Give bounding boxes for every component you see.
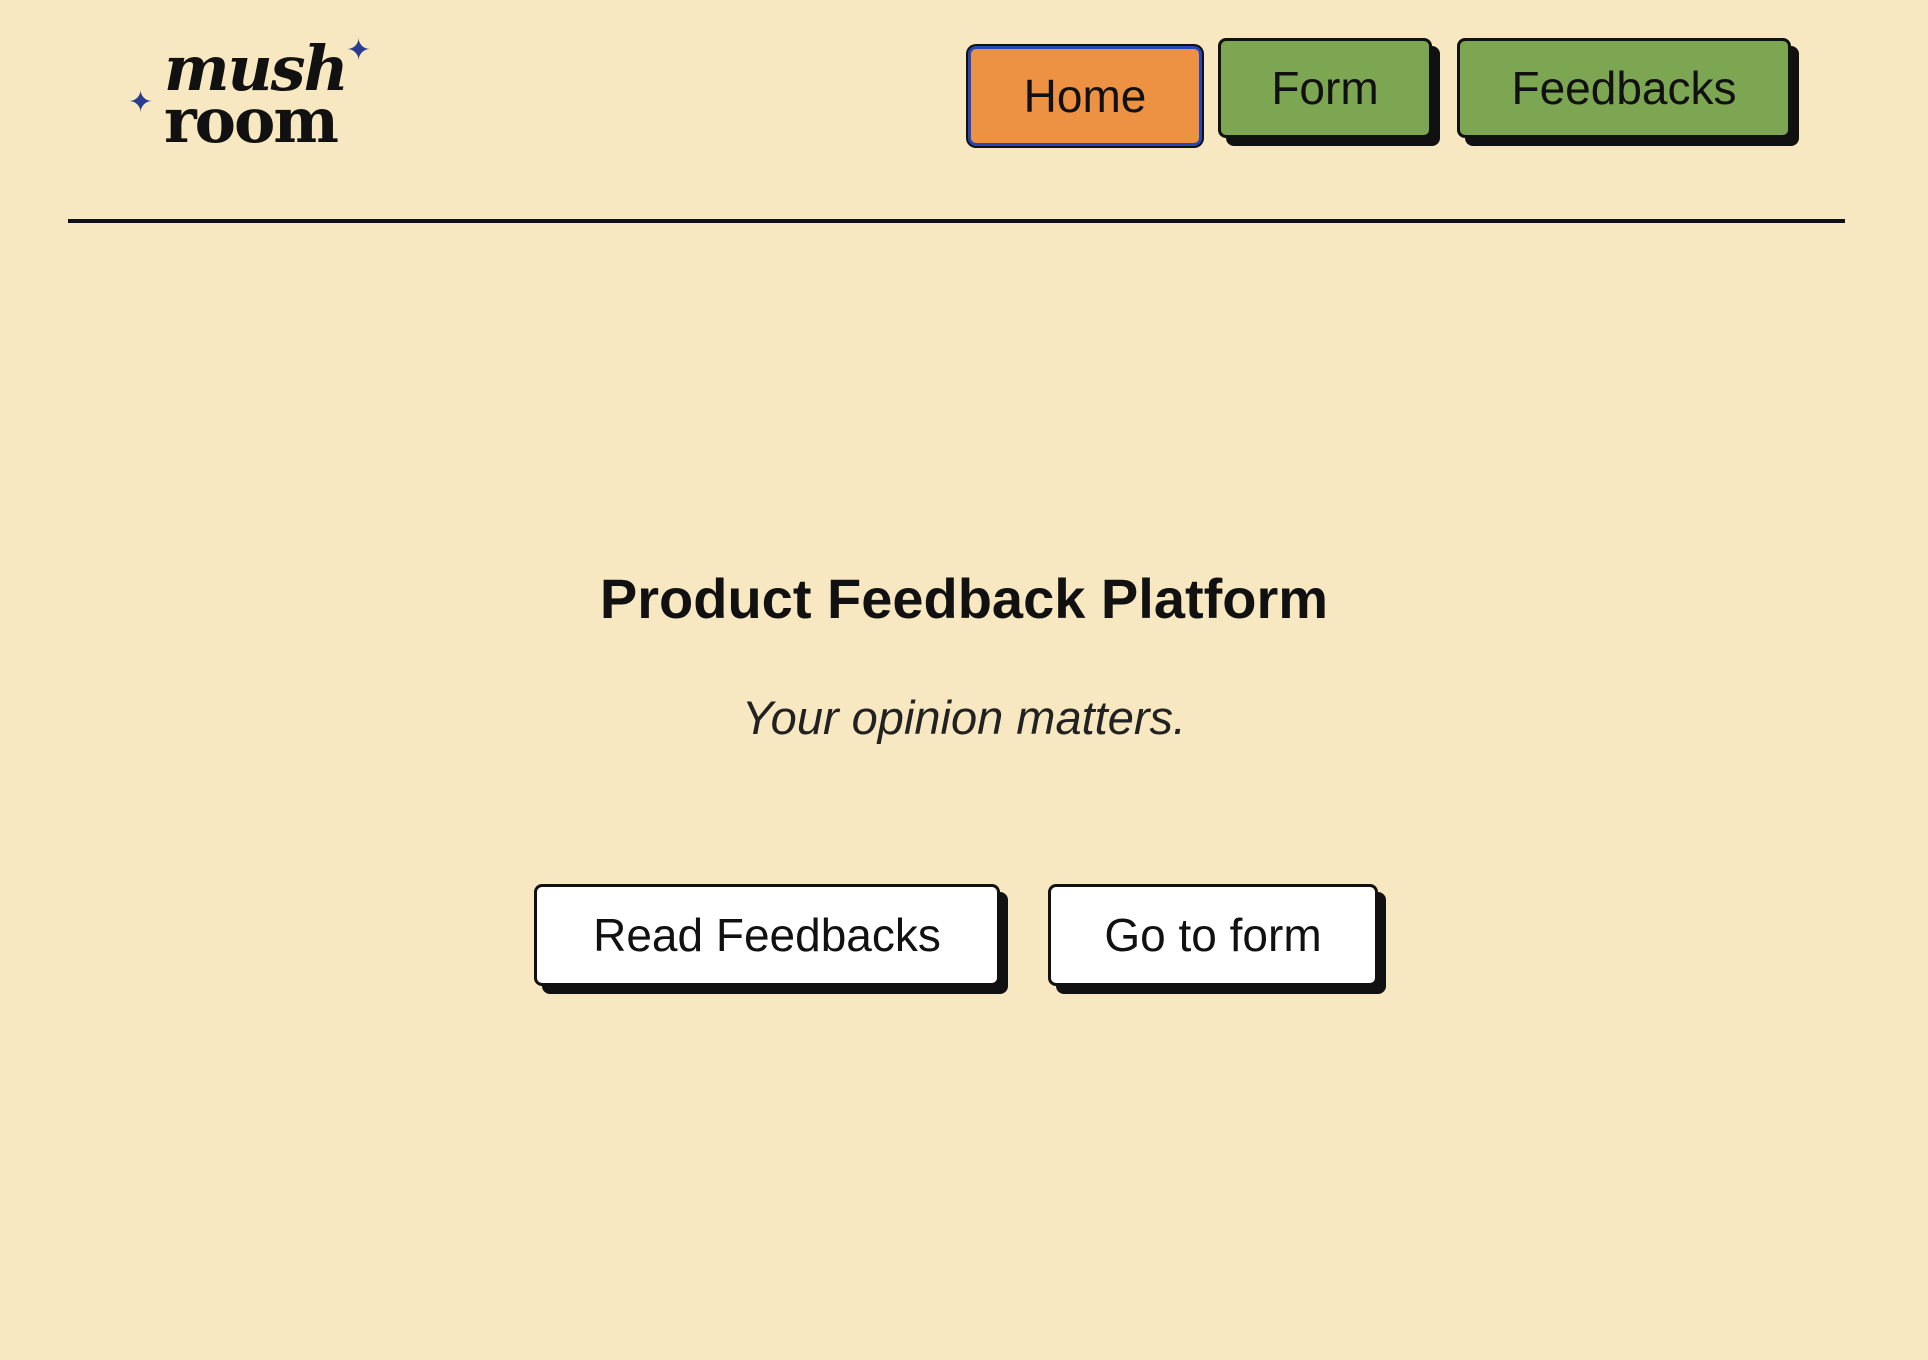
nav-form-button[interactable]: Form bbox=[1218, 38, 1432, 138]
page-title: Product Feedback Platform bbox=[599, 567, 1329, 630]
read-feedbacks-button[interactable]: Read Feedbacks bbox=[534, 884, 1000, 986]
go-to-form-button[interactable]: Go to form bbox=[1048, 884, 1378, 986]
sparkle-star-icon: ✦ bbox=[346, 34, 372, 67]
nav-home-button[interactable]: Home bbox=[968, 46, 1202, 146]
site-header: ✦ ✦ mush room Home Form Feedbacks bbox=[0, 0, 1928, 224]
nav-feedbacks-button[interactable]: Feedbacks bbox=[1457, 38, 1791, 138]
mushroom-logo[interactable]: ✦ ✦ mush room bbox=[128, 16, 378, 156]
logo-text-room: room bbox=[164, 84, 339, 157]
page-subtitle: Your opinion matters. bbox=[741, 691, 1187, 745]
header-divider bbox=[68, 219, 1845, 223]
sparkle-star-icon: ✦ bbox=[128, 86, 154, 119]
hero-section: Product Feedback Platform Your opinion m… bbox=[0, 560, 1928, 747]
